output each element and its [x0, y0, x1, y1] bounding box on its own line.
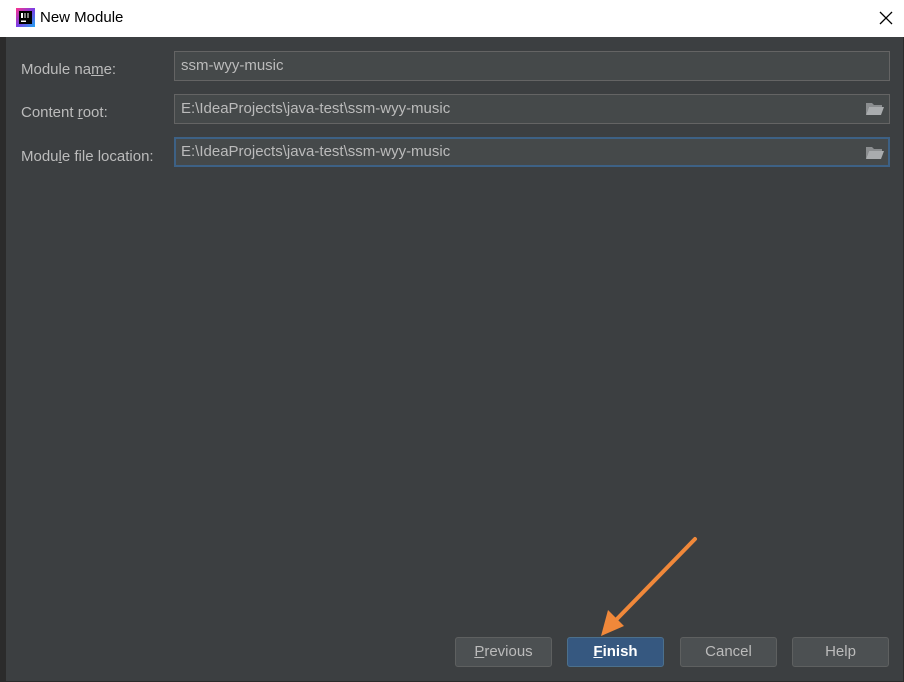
content-root-input[interactable]: E:\IdeaProjects\java-test\ssm-wyy-music: [174, 94, 890, 124]
module-file-location-label: Module file location:: [21, 148, 154, 165]
module-file-location-value: E:\IdeaProjects\java-test\ssm-wyy-music: [181, 143, 451, 160]
close-icon: [879, 11, 893, 25]
module-file-location-browse-button[interactable]: [864, 144, 886, 162]
title-bar: New Module: [0, 0, 904, 37]
module-name-label: Module name:: [21, 61, 117, 78]
help-button[interactable]: Help: [792, 637, 889, 667]
close-button[interactable]: [872, 4, 900, 32]
cancel-button[interactable]: Cancel: [680, 637, 777, 667]
intellij-idea-icon: [16, 8, 35, 27]
module-file-location-input[interactable]: E:\IdeaProjects\java-test\ssm-wyy-music: [174, 137, 890, 167]
content-root-value: E:\IdeaProjects\java-test\ssm-wyy-music: [181, 100, 451, 117]
module-name-input[interactable]: ssm-wyy-music: [174, 51, 890, 81]
previous-button[interactable]: Previous: [455, 637, 552, 667]
content-root-label: Content root:: [21, 104, 108, 121]
dialog-title: New Module: [40, 9, 124, 26]
folder-icon: [866, 103, 884, 115]
content-root-browse-button[interactable]: [864, 100, 886, 118]
module-name-value: ssm-wyy-music: [181, 57, 284, 74]
finish-button[interactable]: Finish: [567, 637, 664, 667]
folder-icon: [866, 147, 884, 159]
